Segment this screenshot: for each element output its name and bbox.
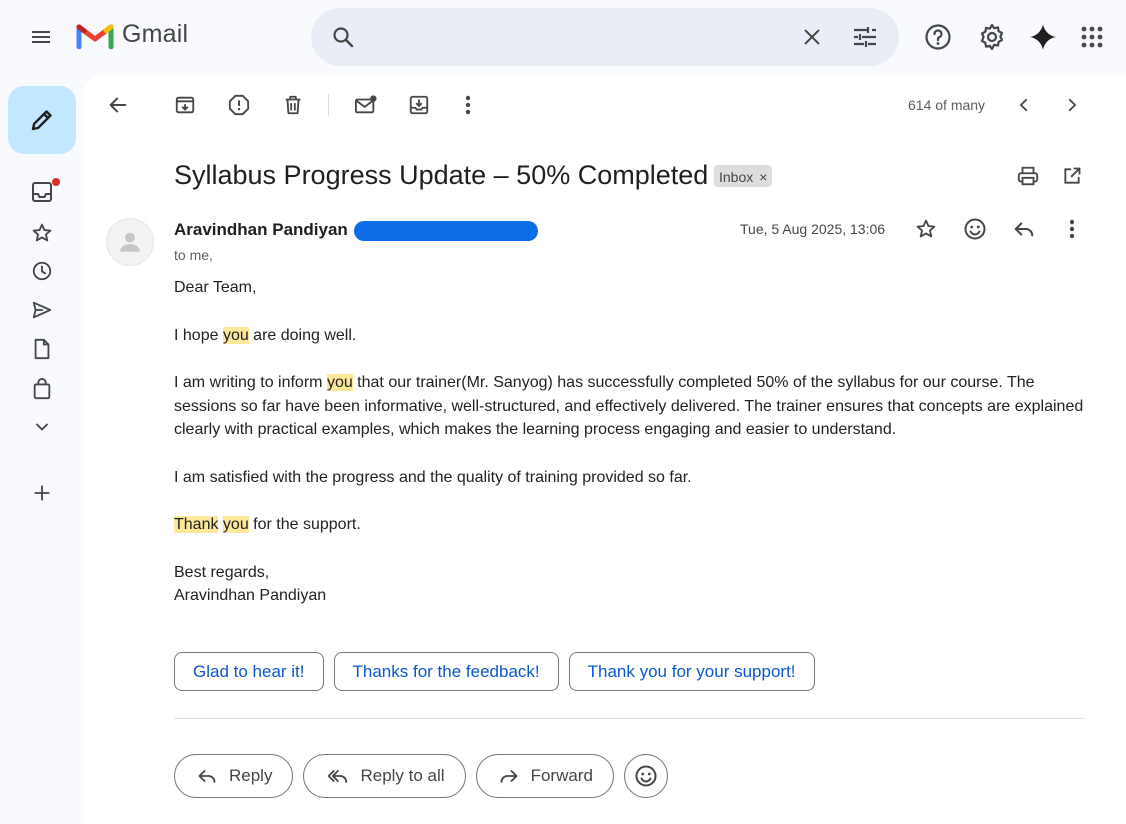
print-icon[interactable] bbox=[1008, 156, 1048, 196]
emoji-icon bbox=[635, 765, 657, 787]
gemini-icon[interactable] bbox=[1023, 17, 1063, 57]
pager-count: 614 of many bbox=[908, 97, 986, 113]
emoji-reaction-icon[interactable] bbox=[955, 209, 995, 249]
email-date: Tue, 5 Aug 2025, 13:06 bbox=[740, 221, 886, 237]
search-input[interactable] bbox=[369, 20, 789, 54]
body-paragraph-1: I hope you are doing well. bbox=[174, 326, 357, 344]
report-spam-icon[interactable] bbox=[219, 85, 259, 125]
top-bar: Gmail bbox=[0, 0, 1126, 76]
reply-all-label: Reply to all bbox=[360, 766, 445, 785]
prev-email-icon[interactable] bbox=[1004, 85, 1044, 125]
body-paragraph-4: Thank you for the support. bbox=[174, 516, 361, 533]
send-icon[interactable] bbox=[22, 290, 62, 330]
reply-icon bbox=[198, 770, 216, 783]
compose-button[interactable] bbox=[8, 86, 76, 154]
signature: Aravindhan Pandiyan bbox=[174, 587, 327, 604]
draft-icon[interactable] bbox=[22, 329, 62, 369]
gmail-logo-icon bbox=[76, 24, 114, 49]
menu-icon[interactable] bbox=[21, 17, 61, 57]
gmail-logo[interactable]: Gmail bbox=[76, 20, 188, 49]
emoji-react-button[interactable] bbox=[623, 754, 668, 798]
message-more-icon[interactable] bbox=[1052, 209, 1092, 249]
pencil-icon bbox=[31, 110, 52, 131]
email-subject: Syllabus Progress Update – 50% Completed bbox=[174, 160, 709, 190]
star-email-icon[interactable] bbox=[906, 209, 946, 249]
remove-label-icon[interactable]: × bbox=[759, 169, 767, 185]
redacted-email-address bbox=[354, 221, 538, 241]
shopping-bag-icon[interactable] bbox=[22, 369, 62, 409]
search-icon[interactable] bbox=[323, 17, 363, 57]
reply-button[interactable]: Reply bbox=[174, 754, 294, 798]
search-highlight: you bbox=[222, 516, 249, 533]
smart-reply-button[interactable]: Glad to hear it! bbox=[174, 652, 324, 691]
section-divider bbox=[174, 718, 1085, 719]
mark-unread-icon[interactable] bbox=[346, 85, 386, 125]
reply-actions: Reply Reply to all Forward bbox=[174, 754, 668, 798]
clock-icon[interactable] bbox=[22, 251, 62, 291]
body-paragraph-2: I am writing to inform you that our trai… bbox=[174, 374, 1084, 438]
reply-label: Reply bbox=[229, 766, 273, 785]
message-panel: 614 of many Syllabus Progress Update – 5… bbox=[84, 76, 1126, 824]
sender-avatar[interactable] bbox=[106, 218, 154, 266]
app-name: Gmail bbox=[122, 20, 189, 48]
forward-icon bbox=[500, 770, 517, 783]
reply-all-icon bbox=[328, 770, 348, 783]
sender-name[interactable]: Aravindhan Pandiyan bbox=[174, 220, 348, 240]
smart-reply-row: Glad to hear it! Thanks for the feedback… bbox=[174, 652, 815, 691]
search-highlight: you bbox=[326, 374, 353, 391]
add-label-icon[interactable] bbox=[22, 473, 62, 513]
forward-button[interactable]: Forward bbox=[475, 754, 614, 798]
toolbar-divider bbox=[328, 94, 329, 116]
label-chip-text: Inbox bbox=[719, 169, 754, 185]
back-icon[interactable] bbox=[98, 85, 138, 125]
email-body: Dear Team, I hope you are doing well. I … bbox=[174, 276, 1094, 608]
search-highlight: you bbox=[222, 326, 249, 344]
left-rail bbox=[0, 76, 84, 824]
reply-icon[interactable] bbox=[1004, 209, 1044, 249]
delete-icon[interactable] bbox=[273, 85, 313, 125]
smart-reply-button[interactable]: Thank you for your support! bbox=[568, 652, 815, 691]
unread-dot bbox=[52, 178, 60, 186]
body-paragraph-3: I am satisfied with the progress and the… bbox=[174, 468, 692, 486]
chevron-down-icon[interactable] bbox=[22, 407, 62, 447]
greeting: Dear Team, bbox=[174, 279, 257, 296]
reply-all-button[interactable]: Reply to all bbox=[303, 754, 466, 798]
search-options-icon[interactable] bbox=[845, 17, 885, 57]
apps-icon[interactable] bbox=[1072, 17, 1112, 57]
inbox-label-chip[interactable]: Inbox × bbox=[714, 165, 773, 187]
clear-search-icon[interactable] bbox=[792, 17, 832, 57]
smart-reply-button[interactable]: Thanks for the feedback! bbox=[333, 652, 559, 691]
settings-icon[interactable] bbox=[972, 17, 1012, 57]
open-new-window-icon[interactable] bbox=[1052, 156, 1092, 196]
person-icon bbox=[120, 232, 140, 252]
sign-off: Best regards, Aravindhan Pandiyan bbox=[174, 563, 327, 605]
move-to-icon[interactable] bbox=[399, 85, 439, 125]
search-bar[interactable] bbox=[311, 8, 899, 66]
forward-label: Forward bbox=[530, 766, 593, 785]
recipient-summary[interactable]: to me, bbox=[174, 247, 213, 263]
archive-icon[interactable] bbox=[165, 85, 205, 125]
search-highlight: Thank bbox=[174, 516, 219, 533]
star-icon[interactable] bbox=[22, 213, 62, 253]
more-vert-icon[interactable] bbox=[448, 85, 488, 125]
help-icon[interactable] bbox=[918, 17, 958, 57]
next-email-icon[interactable] bbox=[1052, 85, 1092, 125]
